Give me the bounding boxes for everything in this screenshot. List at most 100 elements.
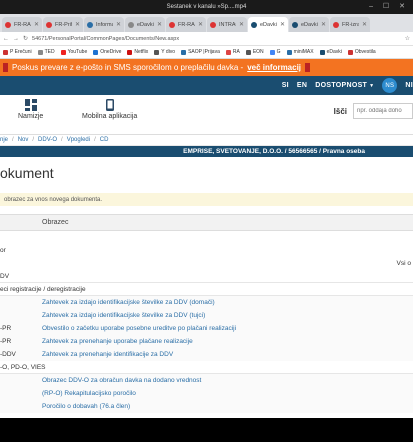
browser-tab[interactable]: FR-RAČUNOVO✕: [2, 17, 42, 32]
address-bar[interactable]: ← → ↻ 54671/PersonalPortal/CommonPages/D…: [0, 32, 413, 46]
bookmark-favicon-icon: [225, 49, 231, 55]
bookmark-label: Netflix: [134, 49, 149, 55]
breadcrumb-item[interactable]: DDV-O: [38, 137, 57, 143]
browser-tab[interactable]: eDavki - Nov✕: [289, 17, 329, 32]
browser-tab[interactable]: FR-Prihod✕: [43, 17, 83, 32]
company-bar: EMPRISE, SVETOVANJE, D.O.O. / 56566565 /…: [0, 146, 413, 157]
browser-tab[interactable]: eDavki.jpg✕: [125, 17, 165, 32]
close-icon[interactable]: ✕: [321, 21, 326, 28]
table-row[interactable]: Zahtevek za izdajo identifikacijske štev…: [0, 296, 413, 309]
back-icon[interactable]: ←: [3, 36, 9, 42]
breadcrumb-item[interactable]: Vpogledi: [67, 137, 90, 143]
browser-window: FR-RAČUNOVO✕FR-Prihod✕Informacije✕eDavki…: [0, 14, 413, 418]
accessibility-menu[interactable]: DOSTOPNOST ▼: [315, 82, 374, 89]
bookmark-item[interactable]: EON: [245, 49, 264, 55]
table-row[interactable]: (RP-O) Rekapitulacijsko poročilo: [0, 387, 413, 400]
bookmark-item[interactable]: OneDrive: [93, 49, 121, 55]
search-area: Išči: [334, 103, 413, 119]
close-icon[interactable]: ✕: [239, 21, 244, 28]
row-form-link[interactable]: Zahtevek za prenehanje identifikacije za…: [42, 351, 173, 358]
table-row[interactable]: -DDV Zahtevek za prenehanje identifikacij…: [0, 348, 413, 361]
tab-label: FR-izračun P: [342, 21, 359, 28]
row-code: eci registracije / deregistracije: [0, 286, 86, 293]
breadcrumb-separator: /: [32, 137, 35, 143]
row-code: DV: [0, 273, 10, 280]
browser-tab[interactable]: FR-RAČUN✕: [166, 17, 206, 32]
breadcrumb-item[interactable]: Nov: [18, 137, 29, 143]
reload-icon[interactable]: ↻: [23, 35, 28, 42]
bookmark-favicon-icon: [245, 49, 251, 55]
browser-tab[interactable]: FR-izračun P✕: [330, 17, 370, 32]
close-icon[interactable]: ✕: [362, 21, 367, 28]
dashboard-button[interactable]: Namizje: [18, 99, 43, 120]
bookmark-favicon-icon: [3, 49, 8, 55]
close-icon[interactable]: ✕: [75, 21, 80, 28]
bookmark-favicon-icon: [154, 49, 160, 55]
user-name[interactable]: NI: [405, 82, 413, 89]
bookmark-favicon-icon: [60, 49, 66, 55]
search-input[interactable]: [353, 103, 413, 119]
breadcrumb-item[interactable]: nje: [0, 137, 8, 143]
tab-favicon-icon: [128, 21, 134, 28]
bookmark-item[interactable]: TED: [37, 49, 55, 55]
mobile-app-icon: [105, 99, 114, 111]
close-icon[interactable]: ✕: [157, 21, 162, 28]
accessibility-label: DOSTOPNOST: [315, 82, 368, 89]
tab-label: FR-RAČUNOVO: [14, 21, 31, 28]
forward-icon[interactable]: →: [13, 36, 19, 42]
bookmark-item[interactable]: SAOP |Prijava: [181, 49, 220, 55]
tab-label: eDavki - Nov: [301, 21, 318, 28]
breadcrumb-separator: /: [94, 137, 96, 143]
banner-link[interactable]: več informacij: [247, 63, 301, 72]
row-form-link[interactable]: Zahtevek za prenehanje uporabe plačane r…: [42, 338, 193, 345]
row-form-link[interactable]: Poročilo o dobavah (76.a člen): [42, 403, 130, 410]
bookmark-item[interactable]: G: [269, 49, 281, 55]
lang-si[interactable]: SI: [282, 82, 289, 89]
close-icon[interactable]: ✕: [198, 21, 203, 28]
star-icon[interactable]: ☆: [405, 35, 410, 42]
warning-icon: [3, 63, 8, 72]
table-row[interactable]: Zahtevek za izdajo identifikacijske štev…: [0, 309, 413, 322]
table-row[interactable]: Poročilo o dobavah (76.a člen): [0, 400, 413, 413]
table-row[interactable]: Obrazec DDV-O za obračun davka na dodano…: [0, 374, 413, 387]
bookmark-item[interactable]: eDavki: [319, 49, 342, 55]
tab-favicon-icon: [5, 21, 11, 28]
close-icon[interactable]: ✕: [116, 21, 121, 28]
bookmark-label: YouTube: [67, 49, 88, 55]
url-text[interactable]: 54671/PersonalPortal/CommonPages/Documen…: [32, 36, 401, 42]
row-form-link[interactable]: Zahtevek za izdajo identifikacijske štev…: [42, 312, 205, 319]
lang-en[interactable]: EN: [297, 82, 307, 89]
mobile-app-button[interactable]: Mobilna aplikacija: [82, 99, 137, 120]
row-form-link[interactable]: Obrazec DDV-O za obračun davka na dodano…: [42, 377, 201, 384]
page-title: okument: [0, 165, 54, 181]
row-form-link[interactable]: Obvestilo o začetku uporabe posebne ured…: [42, 325, 236, 332]
browser-tab[interactable]: eDavki - Nov✕: [248, 17, 288, 32]
row-extra: Vsi o: [396, 260, 411, 267]
row-form-link[interactable]: (RP-O) Rekapitulacijsko poročilo: [42, 390, 136, 397]
info-notice: obrazec za vnos novega dokumenta.: [0, 193, 413, 206]
row-form-link[interactable]: Zahtevek za izdajo identifikacijske štev…: [42, 299, 215, 306]
bookmark-item[interactable]: YouTube: [60, 49, 88, 55]
avatar[interactable]: NS: [382, 78, 398, 93]
browser-tab[interactable]: INTRACOM✕: [207, 17, 247, 32]
window-controls[interactable]: – ☐ ✕: [369, 0, 409, 14]
bookmark-label: Obvestila: [354, 49, 376, 55]
bookmark-item[interactable]: miniMAX: [286, 49, 314, 55]
table-row[interactable]: -PR Obvestilo o začetku uporabe posebne u…: [0, 322, 413, 335]
bookmark-item[interactable]: Y divo: [154, 49, 175, 55]
bookmark-item[interactable]: P Erečuni: [3, 49, 32, 55]
table-row[interactable]: -PR Zahtevek za prenehanje uporabe plačan…: [0, 335, 413, 348]
bookmark-label: TED: [44, 49, 55, 55]
bookmark-item[interactable]: Obvestila: [347, 49, 376, 55]
breadcrumb-item[interactable]: CD: [100, 137, 109, 143]
mobile-app-label: Mobilna aplikacija: [82, 113, 138, 120]
row-code: -O, PD-O, VIES: [0, 364, 46, 371]
close-icon[interactable]: ✕: [34, 21, 39, 28]
table-group-row: DV: [0, 270, 413, 283]
table-row: or: [0, 244, 413, 257]
bookmark-item[interactable]: RA: [225, 49, 240, 55]
bookmark-label: EON: [252, 49, 264, 55]
browser-tab[interactable]: Informacije✕: [84, 17, 124, 32]
close-icon[interactable]: ✕: [280, 21, 285, 28]
bookmark-item[interactable]: Netflix: [127, 49, 148, 55]
